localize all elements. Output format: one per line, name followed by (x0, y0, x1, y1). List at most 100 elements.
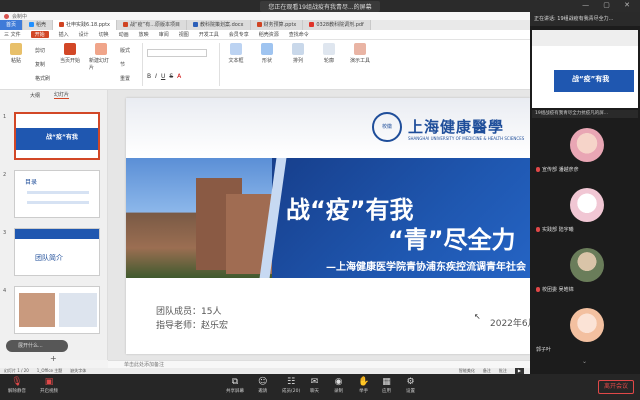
participant-tile[interactable]: 实践部 陆宇曦 (530, 182, 640, 238)
participant-tile[interactable]: 郭子叶 (530, 302, 640, 358)
menu-animation[interactable]: 动画 (119, 31, 129, 38)
slide-thumbnail-2[interactable]: 目录 (14, 170, 100, 218)
settings-button[interactable]: ⚙ 设置 (406, 377, 415, 394)
avatar (570, 128, 604, 162)
video-off-icon: ▣ (44, 377, 54, 387)
thumb-title: 目录 (25, 179, 38, 186)
participant-name: 宣传部 潘越彦彦 (536, 166, 579, 173)
thumb-line (27, 201, 89, 204)
record-icon: ◉ (334, 377, 343, 387)
section-button[interactable]: 节 (120, 61, 130, 68)
notes-input[interactable]: 单击此处添加备注 (108, 360, 530, 368)
bold-icon[interactable]: B (147, 73, 151, 80)
app-title: 会制中 (12, 13, 28, 20)
layout-button[interactable]: 版式 (120, 47, 130, 54)
unmute-button[interactable]: 🎙 解除静音 (8, 377, 26, 394)
reset-button[interactable]: 重置 (120, 75, 130, 82)
tab-docer[interactable]: 稻壳 (23, 20, 54, 30)
menu-file[interactable]: 三 文件 (4, 31, 21, 38)
apps-button[interactable]: ▦ 应用 (382, 377, 391, 394)
cut-button[interactable]: 剪切 (35, 47, 50, 54)
participant-tile[interactable]: 宣传部 潘越彦彦 (530, 122, 640, 178)
thumb-line (27, 191, 89, 194)
participant-tile[interactable]: 校团委 吴皓锦 (530, 242, 640, 298)
start-video-button[interactable]: ▣ 开启视频 (40, 377, 58, 394)
copy-button[interactable]: 复制 (35, 61, 50, 68)
text-box-button[interactable]: 文本框 (224, 43, 248, 86)
menu-view[interactable]: 视图 (179, 31, 189, 38)
menu-slideshow[interactable]: 放映 (139, 31, 149, 38)
format-painter-button[interactable]: 格式刷 (35, 75, 50, 82)
font-color-icon[interactable]: A (177, 73, 181, 80)
shared-screen: 会制中 首页 稻壳 社申实践6.18.pptx 战“疫”有...原版本项目 教科… (0, 12, 530, 374)
share-screen-button[interactable]: ⧉ 共享屏幕 (226, 377, 244, 394)
menu-review[interactable]: 审阅 (159, 31, 169, 38)
shapes-button[interactable]: 形状 (255, 43, 279, 86)
add-slide-icon[interactable]: + (50, 354, 57, 363)
outline-button[interactable]: 轮廓 (317, 43, 341, 86)
app-tab-row: 会制中 首页 稻壳 社申实践6.18.pptx 战“疫”有...原版本项目 教科… (0, 12, 530, 30)
slide-subtitle: —上海健康医学院青协浦东疾控流调青年社会 (326, 262, 526, 273)
leave-meeting-button[interactable]: 离开会议 (597, 380, 634, 394)
slide-number: 2 (3, 172, 7, 178)
slide-thumbnail-3[interactable]: 团队简介 (14, 228, 100, 276)
arrange-button[interactable]: 排列 (286, 43, 310, 86)
tab-project-ppt[interactable]: 战“疫”有...原版本项目 (117, 20, 187, 30)
chevron-down-icon[interactable]: ⌄ (582, 358, 587, 365)
record-button[interactable]: ◉ 录制 (334, 377, 343, 394)
team-members-text: 团队成员：15人 (156, 307, 222, 317)
slide-thumbnail-1[interactable]: 战“疫”有我 (14, 112, 100, 160)
strike-icon[interactable]: S (169, 73, 173, 80)
menu-docer-resources[interactable]: 稻壳资源 (259, 31, 279, 38)
italic-icon[interactable]: I (155, 73, 157, 80)
tab-home[interactable]: 首页 (0, 20, 24, 30)
shared-screen-preview[interactable]: 战“疫”有我 (532, 30, 638, 108)
shapes-icon (261, 43, 274, 55)
members-icon: ☷ (287, 377, 296, 387)
tab-docx[interactable]: 教科院策划案.docx (186, 20, 251, 30)
record-dot-icon (4, 13, 9, 19)
sharing-banner[interactable]: 您正在观看19组战疫有我青尽...的屏幕 (260, 0, 380, 12)
muted-mic-icon: 🎙 (11, 377, 23, 387)
arrange-icon (292, 43, 305, 55)
sharer-label: 19组战疫有我青尽全力抗疫凡的屏... (532, 110, 638, 118)
from-current-button[interactable]: 当页开始 (58, 43, 82, 86)
docer-icon (29, 22, 35, 27)
paste-button[interactable]: 粘贴 (4, 43, 28, 86)
participant-name: 实践部 陆宇曦 (536, 226, 574, 233)
thumb-title: 战“疫”有我 (46, 134, 78, 141)
window-controls[interactable]: — ▢ ✕ (582, 1, 636, 9)
meeting-toolbar: 🎙 解除静音 ▣ 开启视频 ⧉ 共享屏幕 ☺ 邀请 ☷ 成员(20) ✉ 聊天 ◉ 录制 ✋ 举… (0, 374, 640, 400)
tab-current-pptx[interactable]: 社申实践6.18.pptx (53, 20, 118, 30)
members-button[interactable]: ☷ 成员(20) (282, 377, 300, 394)
slide-thumbnail-4[interactable] (14, 286, 100, 334)
participant-name: 郭子叶 (536, 347, 552, 353)
present-tools-button[interactable]: 演示工具 (348, 43, 372, 86)
tab-budget-pptx[interactable]: 财务预算.pptx (250, 20, 304, 30)
clipboard-group: 剪切 复制 格式刷 (35, 43, 50, 86)
invite-button[interactable]: ☺ 邀请 (258, 377, 267, 394)
tab-pdf[interactable]: 0328教科院调剂.pdf (303, 20, 371, 30)
menu-design[interactable]: 设计 (79, 31, 89, 38)
slide-number: 1 (3, 114, 7, 120)
tab-outline[interactable]: 大纲 (30, 92, 40, 99)
chat-button[interactable]: ✉ 聊天 (310, 377, 319, 394)
hand-icon: ✋ (358, 377, 370, 387)
menu-insert[interactable]: 插入 (59, 31, 69, 38)
tab-slides[interactable]: 幻灯片 (54, 91, 70, 99)
avatar (570, 248, 604, 282)
raise-hand-button[interactable]: ✋ 举手 (358, 377, 369, 394)
collapse-hint-bubble[interactable]: 展开什么... (6, 340, 68, 352)
thumb-photo (19, 293, 55, 327)
new-slide-button[interactable]: 新建幻灯片 (89, 43, 113, 86)
menu-transition[interactable]: 切换 (99, 31, 109, 38)
current-slide[interactable]: 校徽 上海健康醫學 SHANGHAI UNIVERSITY OF MEDICIN… (126, 98, 530, 354)
underline-icon[interactable]: U (161, 73, 165, 80)
thumb-photo (59, 293, 97, 327)
menu-developer[interactable]: 开发工具 (199, 31, 219, 38)
menu-start[interactable]: 开始 (30, 31, 49, 38)
menu-member[interactable]: 会员专享 (229, 31, 249, 38)
font-name-box[interactable] (147, 49, 208, 58)
chat-icon: ✉ (310, 377, 319, 387)
menu-search-command[interactable]: 查找命令 (289, 31, 309, 38)
